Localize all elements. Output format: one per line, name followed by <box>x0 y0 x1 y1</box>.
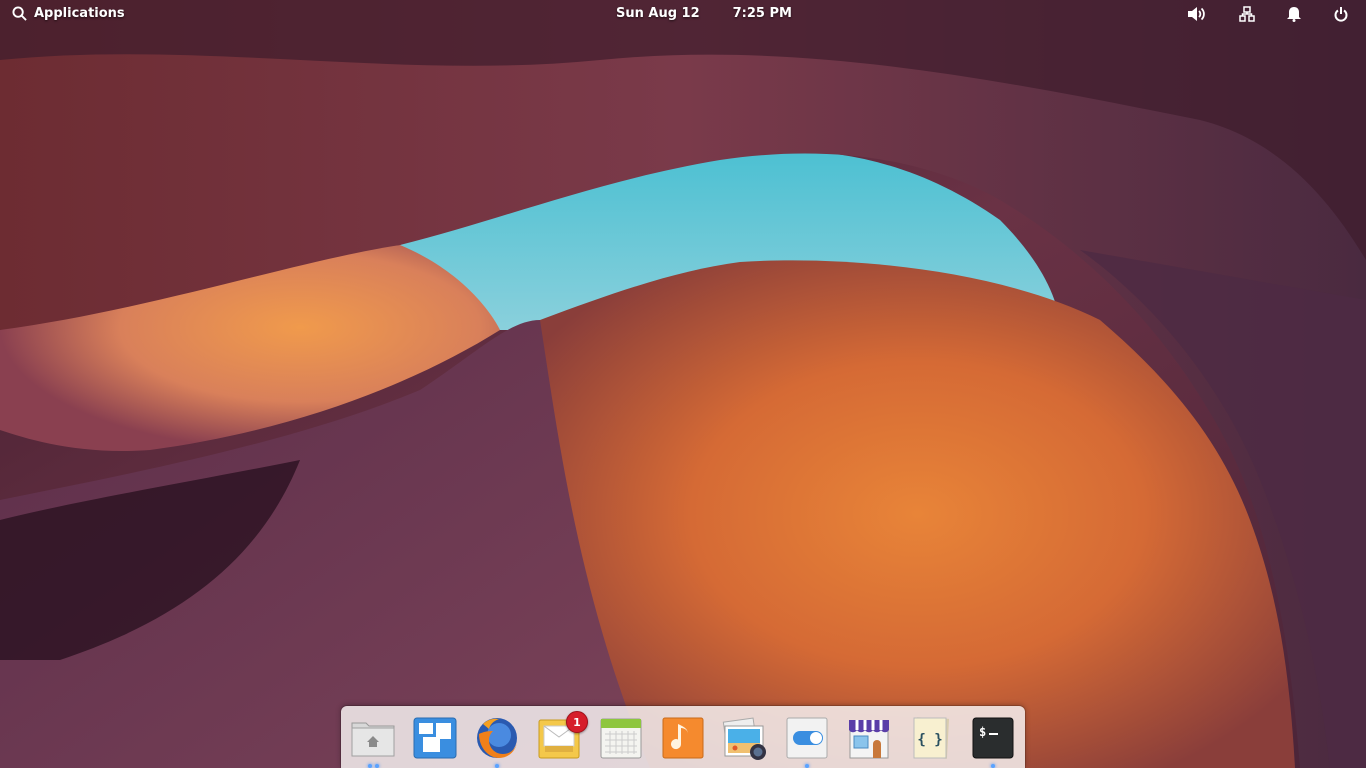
terminal-icon: $ <box>972 717 1014 759</box>
running-indicator <box>349 764 397 768</box>
dock-item-appcenter[interactable] <box>845 714 893 762</box>
applications-menu-button[interactable]: Applications <box>12 6 125 21</box>
svg-text:$: $ <box>979 725 986 739</box>
photos-icon <box>722 717 766 760</box>
power-icon <box>1334 7 1348 22</box>
dock-item-photos[interactable] <box>721 714 769 762</box>
time-label: 7:25 PM <box>732 6 792 21</box>
network-icon <box>1239 6 1255 22</box>
svg-text:{ }: { } <box>917 732 942 748</box>
dock-item-calendar[interactable] <box>597 714 645 762</box>
session-indicator[interactable] <box>1331 5 1351 23</box>
calendar-icon <box>600 718 642 759</box>
volume-indicator[interactable] <box>1187 5 1207 23</box>
dock-item-music[interactable] <box>659 714 707 762</box>
dock-item-mail[interactable]: 1 <box>535 711 588 762</box>
multitasking-icon <box>413 717 457 759</box>
settings-toggle-icon <box>786 717 828 759</box>
bell-icon <box>1287 7 1301 22</box>
notifications-indicator[interactable] <box>1284 5 1304 23</box>
appcenter-icon <box>849 720 889 759</box>
desktop-wallpaper <box>0 0 1366 768</box>
dock-item-files[interactable] <box>349 714 397 768</box>
running-indicator <box>783 764 831 768</box>
top-panel: Applications Sun Aug 12 7:25 PM <box>0 0 1366 28</box>
dock-item-settings[interactable] <box>783 714 831 768</box>
date-label: Sun Aug 12 <box>616 6 700 21</box>
firefox-icon <box>477 718 517 758</box>
dock-item-terminal[interactable]: $ <box>969 714 1017 768</box>
code-icon: { } <box>913 717 950 759</box>
dock-item-code[interactable]: { } <box>907 714 955 762</box>
running-indicator <box>969 764 1017 768</box>
mail-unread-badge: 1 <box>566 711 588 733</box>
dock-item-multitasking[interactable] <box>411 714 459 762</box>
music-icon <box>662 717 704 759</box>
search-icon <box>12 6 27 21</box>
dock: 1 { } $ <box>341 706 1025 768</box>
running-indicator <box>473 764 521 768</box>
folder-home-icon <box>351 722 395 757</box>
datetime-indicator[interactable]: Sun Aug 12 7:25 PM <box>616 6 792 21</box>
dock-item-firefox[interactable] <box>473 714 521 768</box>
volume-icon <box>1188 7 1205 21</box>
applications-label: Applications <box>34 6 125 21</box>
network-indicator[interactable] <box>1237 5 1257 23</box>
